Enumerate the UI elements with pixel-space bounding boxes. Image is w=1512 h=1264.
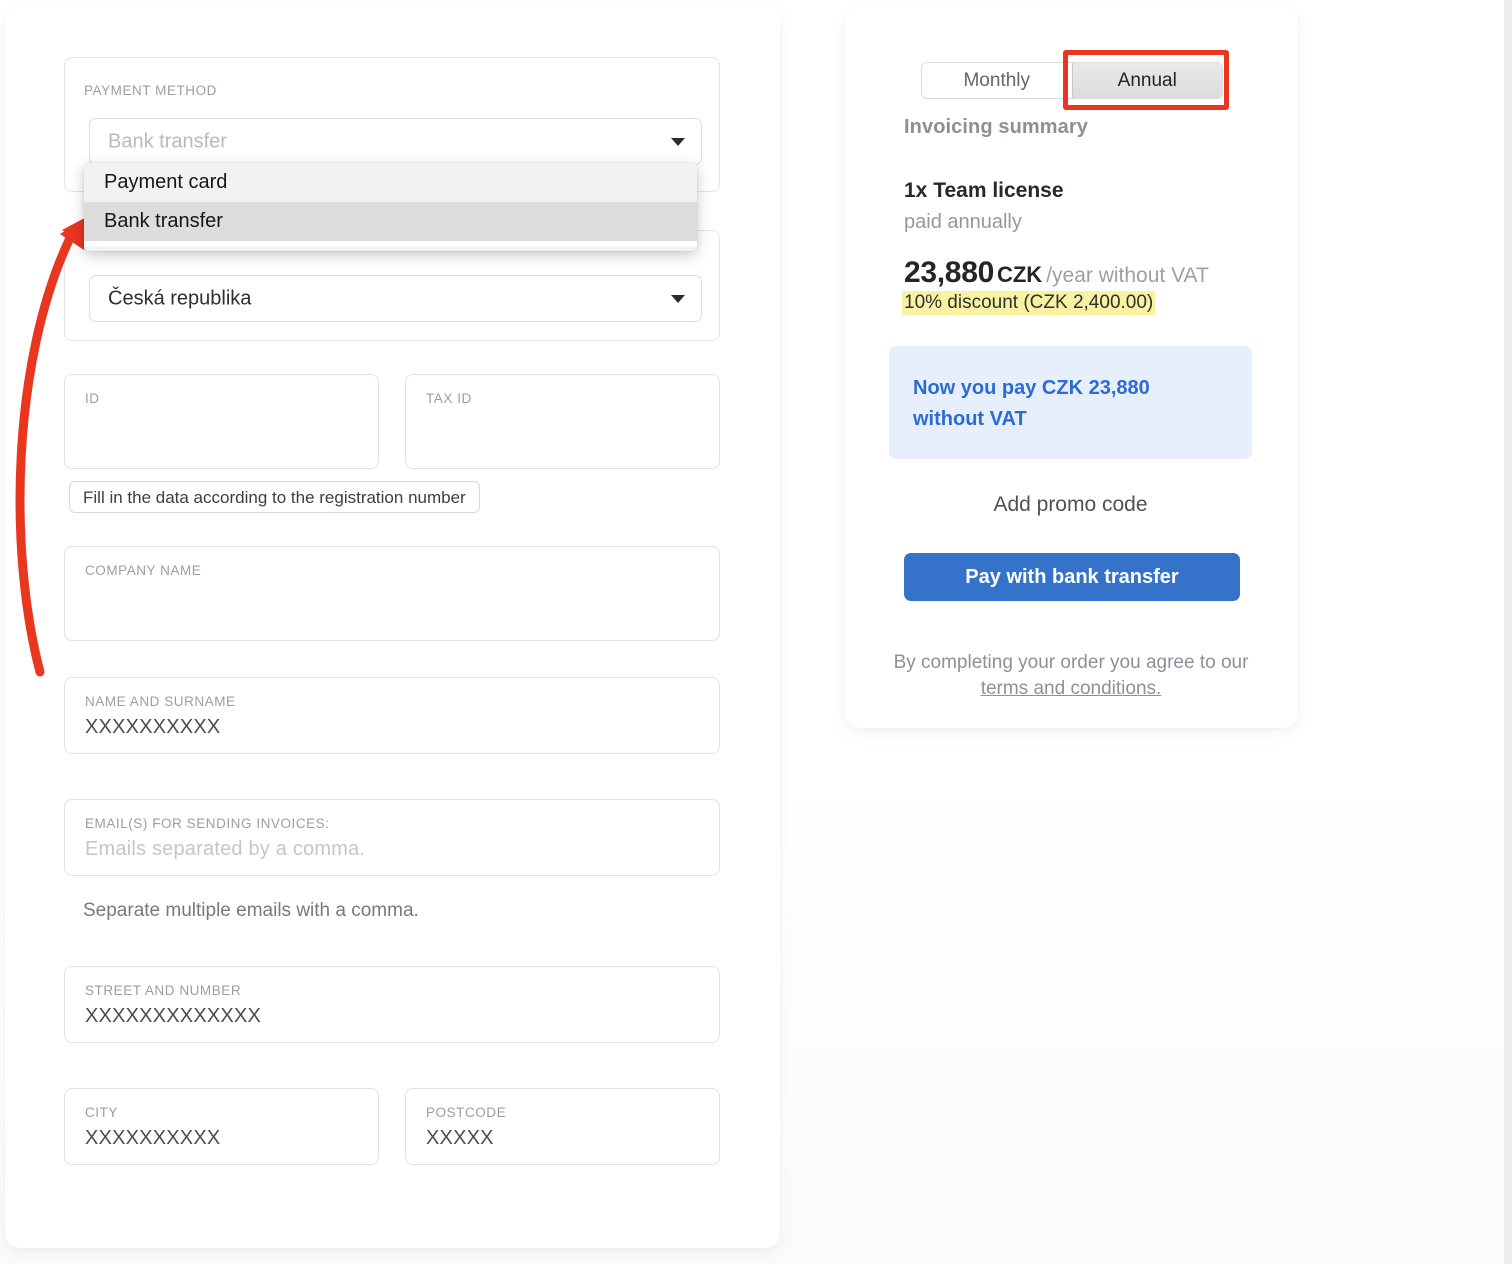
- id-field[interactable]: ID: [64, 374, 379, 469]
- postcode-label: POSTCODE: [426, 1105, 507, 1120]
- price-row: 23,880 CZK/year without VAT: [904, 256, 1209, 290]
- registration-number-hint: Fill in the data according to the regist…: [69, 481, 480, 513]
- street-label: STREET AND NUMBER: [85, 983, 242, 998]
- invoice-emails-label: EMAIL(S) FOR SENDING INVOICES:: [85, 816, 330, 831]
- billing-toggle-monthly[interactable]: Monthly: [922, 63, 1072, 98]
- payment-method-dropdown-menu[interactable]: Payment card Bank transfer: [84, 163, 697, 251]
- invoice-emails-helper: Separate multiple emails with a comma.: [83, 900, 419, 921]
- price-currency: CZK: [996, 262, 1043, 287]
- tax-id-field[interactable]: TAX ID: [405, 374, 720, 469]
- price-suffix: /year without VAT: [1046, 264, 1209, 287]
- company-name-label: COMPANY NAME: [85, 563, 202, 578]
- street-value: XXXXXXXXXXXXX: [85, 1005, 262, 1027]
- tax-id-label: TAX ID: [426, 391, 472, 406]
- dropdown-option-bank-transfer[interactable]: Bank transfer: [84, 202, 697, 241]
- billing-toggle-annual[interactable]: Annual: [1071, 63, 1222, 98]
- window-edge-strip: [1504, 0, 1512, 1264]
- payment-method-value: Bank transfer: [108, 130, 227, 152]
- city-value: XXXXXXXXXX: [85, 1127, 221, 1149]
- id-label: ID: [85, 391, 100, 406]
- terms-notice: By completing your order you agree to ou…: [879, 650, 1263, 702]
- name-and-surname-label: NAME AND SURNAME: [85, 694, 236, 709]
- chevron-down-icon: [671, 137, 685, 146]
- invoice-emails-placeholder: Emails separated by a comma.: [85, 838, 366, 860]
- invoice-emails-field[interactable]: EMAIL(S) FOR SENDING INVOICES: Emails se…: [64, 799, 720, 876]
- terms-prefix: By completing your order you agree to ou…: [893, 652, 1249, 673]
- city-field[interactable]: CITY XXXXXXXXXX: [64, 1088, 379, 1165]
- dropdown-menu-footer: [84, 241, 697, 247]
- postcode-value: XXXXX: [426, 1127, 494, 1149]
- name-and-surname-value: XXXXXXXXXX: [85, 716, 221, 738]
- chevron-down-icon: [671, 294, 685, 303]
- country-select[interactable]: Česká republika: [89, 275, 702, 322]
- discount-badge: 10% discount (CZK 2,400.00): [902, 291, 1156, 315]
- now-you-pay-box: Now you pay CZK 23,880 without VAT: [889, 346, 1252, 459]
- country-value: Česká republika: [108, 287, 252, 309]
- license-line: 1x Team license: [904, 179, 1064, 202]
- pay-with-bank-transfer-button[interactable]: Pay with bank transfer: [904, 553, 1240, 601]
- price-amount: 23,880: [904, 256, 994, 289]
- terms-and-conditions-link[interactable]: terms and conditions.: [981, 678, 1162, 699]
- name-and-surname-field[interactable]: NAME AND SURNAME XXXXXXXXXX: [64, 677, 720, 754]
- now-you-pay-text: Now you pay CZK 23,880 without VAT: [913, 377, 1150, 430]
- company-name-field[interactable]: COMPANY NAME: [64, 546, 720, 641]
- dropdown-option-payment-card[interactable]: Payment card: [84, 163, 697, 202]
- add-promo-code-link[interactable]: Add promo code: [889, 493, 1252, 517]
- paid-period-label: paid annually: [904, 211, 1022, 233]
- billing-period-toggle[interactable]: Monthly Annual: [921, 62, 1223, 99]
- city-label: CITY: [85, 1105, 118, 1120]
- postcode-field[interactable]: POSTCODE XXXXX: [405, 1088, 720, 1165]
- invoicing-summary-title: Invoicing summary: [904, 116, 1088, 138]
- street-field[interactable]: STREET AND NUMBER XXXXXXXXXXXXX: [64, 966, 720, 1043]
- payment-method-select[interactable]: Bank transfer: [89, 118, 702, 165]
- payment-method-label: PAYMENT METHOD: [84, 83, 217, 98]
